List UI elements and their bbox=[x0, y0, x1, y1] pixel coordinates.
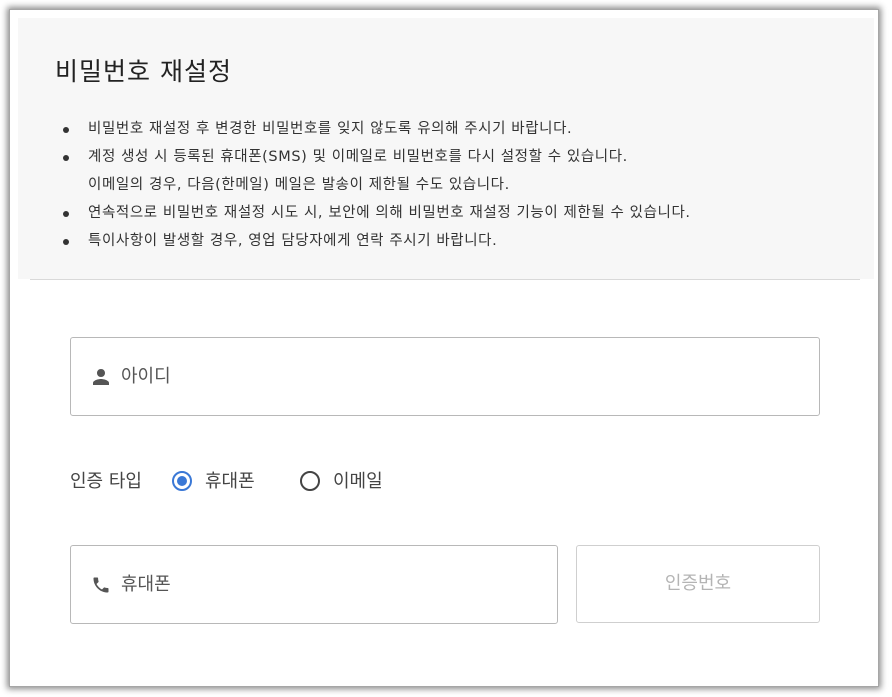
notice-item: 특이사항이 발생할 경우, 영업 담당자에게 연락 주시기 바랍니다. bbox=[88, 233, 498, 249]
notice-item-continuation: 이메일의 경우, 다음(한메일) 메일은 발송이 제한될 수도 있습니다. bbox=[88, 177, 510, 193]
notice-item: 비밀번호 재설정 후 변경한 비밀번호를 잊지 않도록 유의해 주시기 바랍니다… bbox=[88, 121, 573, 137]
notice-item: 계정 생성 시 등록된 휴대폰(SMS) 및 이메일로 비밀번호를 다시 설정할… bbox=[88, 149, 628, 165]
radio-unselected-icon[interactable] bbox=[300, 471, 320, 491]
phone-placeholder: 휴대폰 bbox=[121, 574, 171, 595]
person-icon bbox=[91, 367, 111, 387]
bullet-icon bbox=[63, 239, 69, 245]
id-placeholder: 아이디 bbox=[121, 366, 171, 387]
phone-input[interactable]: 휴대폰 bbox=[70, 545, 558, 624]
id-input[interactable]: 아이디 bbox=[70, 337, 820, 416]
radio-selected-icon[interactable] bbox=[172, 471, 192, 491]
info-section: 비밀번호 재설정 비밀번호 재설정 후 변경한 비밀번호를 잊지 않도록 유의해… bbox=[18, 18, 874, 279]
notice-item: 연속적으로 비밀번호 재설정 시도 시, 보안에 의해 비밀번호 재설정 기능이… bbox=[88, 205, 691, 221]
section-divider bbox=[30, 279, 860, 280]
page-title: 비밀번호 재설정 bbox=[55, 57, 232, 86]
bullet-icon bbox=[63, 211, 69, 217]
radio-email-label: 이메일 bbox=[333, 471, 383, 492]
auth-type-label: 인증 타입 bbox=[70, 471, 142, 492]
bullet-icon bbox=[63, 155, 69, 161]
verify-code-button[interactable]: 인증번호 bbox=[576, 545, 820, 623]
radio-phone-label: 휴대폰 bbox=[205, 471, 255, 492]
phone-icon bbox=[91, 575, 111, 595]
password-reset-dialog: 비밀번호 재설정 비밀번호 재설정 후 변경한 비밀번호를 잊지 않도록 유의해… bbox=[18, 18, 874, 683]
bullet-icon bbox=[63, 127, 69, 133]
